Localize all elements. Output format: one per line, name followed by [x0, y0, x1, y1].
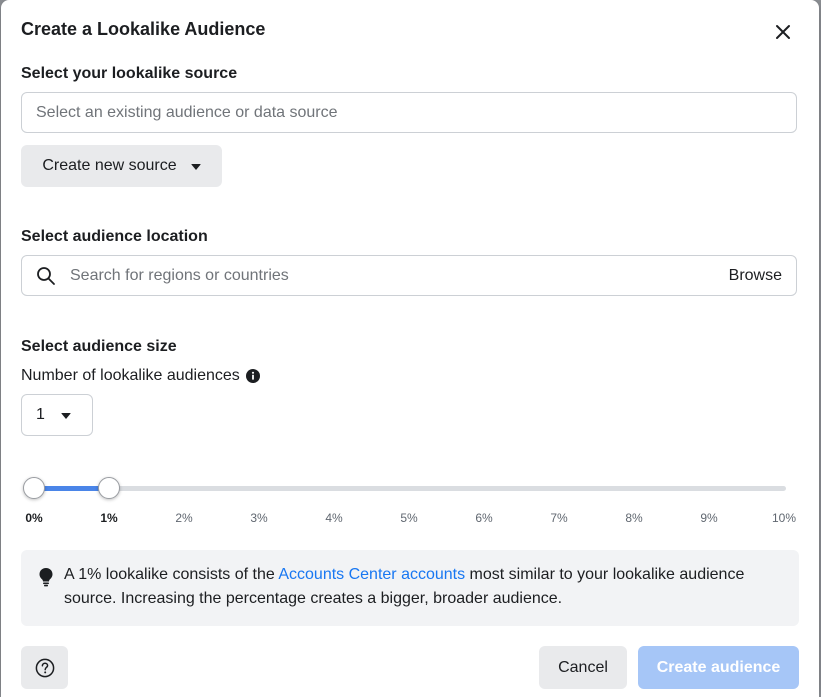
close-icon	[776, 25, 790, 39]
location-field[interactable]: Browse	[21, 255, 797, 296]
lookalike-dialog: Create a Lookalike Audience Select your …	[1, 0, 819, 697]
tick-label: 1%	[100, 511, 118, 525]
location-label: Select audience location	[21, 228, 208, 245]
tick-label: 3%	[250, 511, 268, 525]
tick-label: 5%	[400, 511, 418, 525]
accounts-center-link[interactable]: Accounts Center accounts	[278, 566, 465, 583]
size-label: Select audience size	[21, 338, 177, 355]
create-new-source-label: Create new source	[42, 157, 177, 174]
slider-end-handle[interactable]	[98, 477, 120, 499]
search-icon	[37, 266, 55, 285]
dialog-title: Create a Lookalike Audience	[21, 19, 266, 39]
tick-label: 9%	[700, 511, 718, 525]
tick-label: 6%	[475, 511, 493, 525]
info-text: A 1% lookalike consists of the Accounts …	[64, 563, 784, 611]
slider-start-handle[interactable]	[23, 477, 45, 499]
info-box: A 1% lookalike consists of the Accounts …	[21, 550, 799, 626]
tick-label: 2%	[175, 511, 193, 525]
info-text-start: A 1% lookalike consists of the	[64, 566, 279, 583]
chevron-down-icon	[60, 413, 71, 419]
tick-label: 0%	[25, 511, 43, 525]
count-row: Number of lookalike audiences	[21, 367, 260, 385]
chevron-down-icon	[190, 164, 201, 170]
source-label: Select your lookalike source	[21, 65, 238, 82]
source-input[interactable]	[22, 92, 796, 133]
audience-count-select[interactable]: 1	[21, 394, 93, 436]
audience-count-value: 1	[36, 406, 45, 423]
lightbulb-icon	[39, 568, 53, 587]
cancel-button[interactable]: Cancel	[539, 646, 627, 689]
help-button[interactable]	[21, 646, 68, 689]
close-button[interactable]	[767, 16, 799, 48]
create-new-source-button[interactable]: Create new source	[21, 145, 222, 187]
tick-label: 7%	[550, 511, 568, 525]
count-label: Number of lookalike audiences	[21, 367, 240, 384]
slider-track[interactable]	[34, 486, 786, 491]
create-audience-button[interactable]: Create audience	[638, 646, 799, 689]
tick-label: 4%	[325, 511, 343, 525]
source-field[interactable]	[21, 92, 797, 133]
tick-label: 10%	[771, 511, 797, 525]
tick-label: 8%	[625, 511, 643, 525]
info-icon[interactable]	[245, 369, 260, 383]
help-icon	[35, 658, 54, 677]
browse-link[interactable]: Browse	[729, 267, 782, 285]
location-search-input[interactable]	[68, 255, 729, 296]
